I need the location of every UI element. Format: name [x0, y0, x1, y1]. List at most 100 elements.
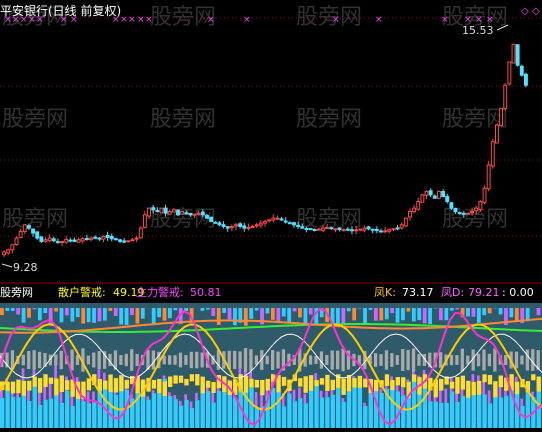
candle-body	[210, 217, 213, 221]
candle-body	[160, 208, 163, 213]
indicator-bar-yellow	[331, 380, 335, 390]
indicator-bar-gray	[201, 353, 204, 368]
chart-stage: 股旁网 股旁网 股旁网 股旁网 股旁网 股旁网 股旁网 股旁网 股旁网 股旁网 …	[0, 0, 542, 428]
indicator-bar-yellow	[87, 378, 91, 390]
indicator-bar-gray	[396, 355, 399, 365]
indicator-bar-top	[282, 308, 286, 316]
indicator-bar-yellow	[537, 377, 541, 392]
indicator-bar-cyan	[38, 405, 42, 428]
legend-value-extra: : 0.00	[502, 286, 534, 299]
indicator-bar-top	[423, 308, 427, 323]
indicator-bar-top	[43, 308, 47, 313]
indicator-bar-top	[5, 308, 9, 311]
candle-body	[342, 230, 345, 231]
indicator-bar-cyan	[27, 401, 31, 428]
candle-body	[168, 212, 171, 215]
low-price-label: 9.28	[13, 261, 38, 274]
indicator-bar-gray	[325, 355, 328, 365]
indicator-bar-gray	[87, 356, 90, 365]
candle-body	[371, 229, 374, 230]
candle-body	[177, 210, 180, 215]
indicator-bar-gray	[60, 351, 63, 369]
indicator-bar-magenta	[488, 390, 491, 403]
x-marker: ×	[128, 15, 136, 25]
candle-body	[471, 212, 474, 213]
indicator-bar-gray	[336, 351, 339, 370]
indicator-bar-top	[92, 308, 96, 323]
indicator-bar-gray	[309, 355, 312, 364]
candle-body	[119, 240, 122, 242]
candle-body	[297, 225, 300, 226]
indicator-bar-top	[472, 308, 476, 317]
candle-body	[255, 225, 258, 226]
candle-body	[185, 213, 188, 214]
indicator-bar-cyan	[336, 386, 340, 428]
indicator-bar-cyan	[33, 384, 37, 428]
indicator-bar-top	[309, 308, 313, 314]
candle-body	[425, 192, 428, 196]
indicator-bar-cyan	[11, 397, 15, 428]
candle-body	[388, 230, 391, 231]
indicator-bar-cyan	[314, 381, 318, 428]
candle-body	[272, 218, 275, 220]
indicator-bar-yellow	[255, 380, 259, 388]
candle-body	[450, 203, 453, 209]
candle-body	[301, 227, 304, 228]
indicator-bar-magenta	[54, 365, 57, 380]
indicator-bar-magenta	[103, 373, 106, 382]
indicator-bar-yellow	[401, 377, 405, 387]
indicator-bar-top	[266, 308, 270, 313]
indicator-bar-cyan	[493, 395, 497, 428]
candle-body	[230, 226, 233, 227]
indicator-bar-cyan	[331, 395, 335, 428]
candle-body	[433, 196, 436, 198]
indicator-bar-cyan	[70, 406, 74, 428]
indicator-bar-top	[173, 308, 177, 310]
indicator-bar-gray	[38, 352, 41, 368]
indicator-bar-yellow	[179, 376, 183, 383]
candle-body	[243, 226, 246, 228]
candle-body	[189, 213, 192, 214]
indicator-bar-gray	[244, 348, 247, 372]
indicator-bar-yellow	[190, 374, 194, 381]
indicator-bar-yellow	[450, 382, 454, 389]
indicator-bar-top	[358, 308, 362, 309]
indicator-name: 股旁网	[0, 285, 33, 299]
candle-body	[380, 231, 383, 232]
indicator-bar-yellow	[493, 381, 497, 397]
candle-body	[462, 213, 465, 214]
candle-body	[56, 242, 59, 243]
indicator-bar-cyan	[222, 389, 226, 428]
indicator-bar-top	[407, 308, 411, 311]
indicator-bar-top	[54, 308, 58, 311]
candle-body	[475, 208, 478, 211]
candle-body	[359, 229, 362, 230]
indicator-bar-top	[488, 308, 492, 313]
candle-body	[235, 225, 238, 226]
legend-label-k: 凤K:	[374, 286, 396, 299]
candle-body	[284, 221, 287, 222]
indicator-bar-yellow	[184, 379, 188, 385]
indicator-bar-top	[439, 308, 443, 320]
indicator-bar-cyan	[114, 395, 118, 428]
indicator-bar-top	[119, 308, 123, 325]
indicator-bar-cyan	[347, 390, 351, 428]
candle-body	[81, 239, 84, 241]
candle-body	[429, 191, 432, 195]
indicator-bar-gray	[119, 355, 122, 365]
indicator-bar-top	[87, 308, 91, 322]
candle-body	[19, 231, 22, 237]
indicator-bar-top	[141, 308, 145, 319]
indicator-bar-gray	[412, 348, 415, 371]
indicator-bar-top	[0, 308, 4, 315]
indicator-bar-gray	[385, 350, 388, 369]
indicator-bar-top	[466, 308, 470, 316]
indicator-bar-magenta	[293, 390, 296, 401]
indicator-bar-cyan	[282, 406, 286, 428]
indicator-bar-gray	[439, 352, 442, 368]
indicator-bar-gray	[401, 349, 404, 371]
indicator-bar-magenta	[190, 401, 193, 407]
indicator-bar-yellow	[195, 374, 199, 385]
candle-body	[15, 238, 18, 244]
indicator-bar-magenta	[179, 401, 182, 406]
